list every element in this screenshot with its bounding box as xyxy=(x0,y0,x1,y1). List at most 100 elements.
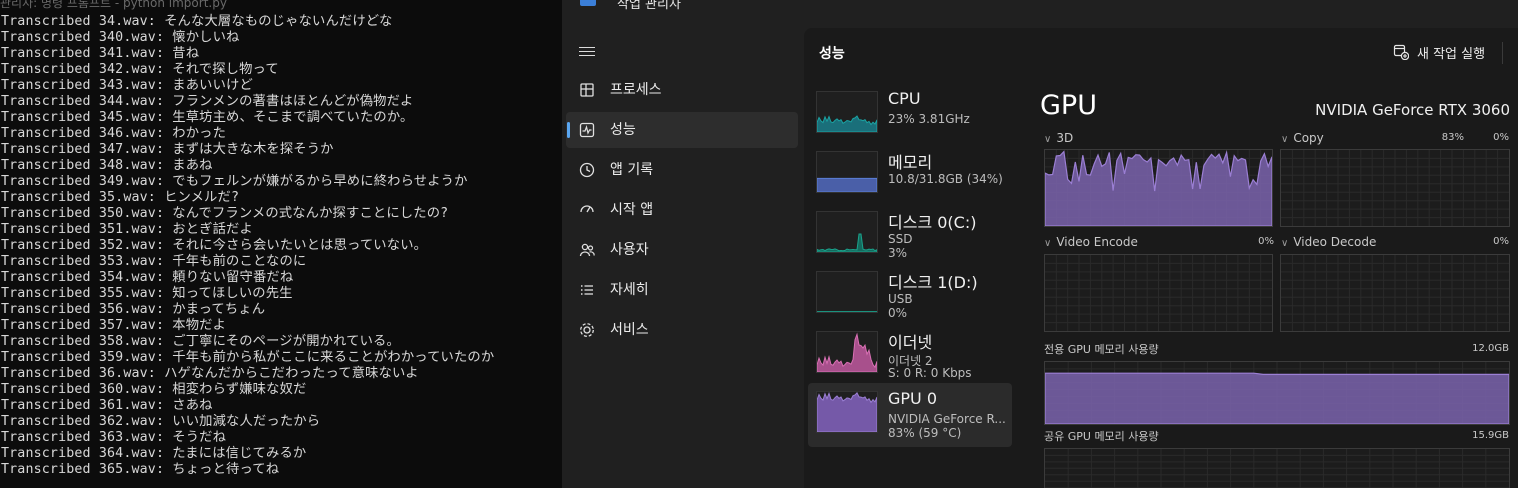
startup-apps-icon xyxy=(580,205,594,213)
engine-max-video-encode: 0% xyxy=(1258,236,1274,247)
shared-memory-label: 공유 GPU 메모리 사용량 xyxy=(1044,430,1159,443)
usage-area-dedicated-memory xyxy=(1045,372,1509,424)
terminal-line: Transcribed 343.wav: まあいいけど xyxy=(1,78,253,93)
engine-label-3d[interactable]: ∨ 3D xyxy=(1044,131,1073,145)
performance-pane: 성능 새 작업 실행 CPU 23% 3.81GHz 메모리 10.8/31.8GB … xyxy=(804,28,1518,488)
device-thumbnail xyxy=(816,391,878,433)
terminal-line: Transcribed 347.wav: まずは大きな木を探そうか xyxy=(1,142,334,157)
terminal-line: Transcribed 340.wav: 懐かしいね xyxy=(1,30,240,45)
device-item[interactable]: GPU 0 NVIDIA GeForce R... 83% (59 °C) xyxy=(808,383,1012,447)
engine-max-video-decode: 0% xyxy=(1493,236,1509,247)
device-detail: S: 0 R: 0 Kbps xyxy=(888,366,972,380)
device-item[interactable]: 디스크 0(C:) SSD 3% xyxy=(808,203,1012,267)
services-icon xyxy=(580,323,594,337)
terminal-line: Transcribed 346.wav: わかった xyxy=(1,126,227,141)
hamburger-menu-icon[interactable] xyxy=(579,44,595,58)
terminal-line: Transcribed 361.wav: さあね xyxy=(1,398,213,413)
graph-3d xyxy=(1044,149,1273,227)
gcopy-svg xyxy=(1281,150,1509,226)
chevron-down-icon: ∨ xyxy=(1281,134,1289,145)
device-name: 메모리 xyxy=(888,153,933,172)
terminal-line: Transcribed 35.wav: ヒンメルだ? xyxy=(1,190,240,205)
device-thumbnail xyxy=(816,331,878,373)
device-detail: 3% xyxy=(888,246,908,260)
processes-icon xyxy=(580,83,594,97)
device-thumbnail-graph xyxy=(817,311,877,312)
gpu-model-name: NVIDIA GeForce RTX 3060 xyxy=(1315,101,1510,119)
page-title: 성능 xyxy=(819,46,845,62)
gded-svg xyxy=(1045,362,1509,424)
device-subtitle: 10.8/31.8GB (34%) xyxy=(888,172,1003,186)
graph-dedicated-memory xyxy=(1044,361,1510,425)
nav-label: 앱 기록 xyxy=(610,162,654,178)
device-subtitle: 23% 3.81GHz xyxy=(888,112,970,126)
terminal-line: Transcribed 354.wav: 頼りない留守番だね xyxy=(1,270,294,285)
terminal-line: Transcribed 352.wav: それに今さら会いたいとは思っていない。 xyxy=(1,238,428,253)
nav-item-details[interactable]: 자세히 xyxy=(566,272,798,308)
terminal-line: Transcribed 344.wav: フランメンの著書はほとんどが偽物だよ xyxy=(1,94,414,109)
terminal-line: Transcribed 34.wav: そんな大層なものじゃないんだけどな xyxy=(1,14,393,29)
terminal-window[interactable]: 관리자: 명령 프롬프트 - python import.py Transcri… xyxy=(0,0,562,488)
details-icon xyxy=(581,285,593,295)
terminal-line: Transcribed 362.wav: いい加減な人だったから xyxy=(1,414,321,429)
terminal-line: Transcribed 351.wav: おとぎ話だよ xyxy=(1,222,253,237)
device-item[interactable]: 이더넷 이더넷 2 S: 0 R: 0 Kbps xyxy=(808,323,1012,387)
dedicated-memory-label: 전용 GPU 메모리 사용량 xyxy=(1044,343,1159,356)
nav-label: 성능 xyxy=(610,122,636,138)
device-thumbnail xyxy=(816,151,878,193)
terminal-line: Transcribed 355.wav: 知ってほしいの先生 xyxy=(1,286,293,301)
device-thumbnail-graph xyxy=(817,233,877,252)
task-manager-logo-icon xyxy=(580,0,596,6)
device-thumbnail xyxy=(816,211,878,253)
terminal-line: Transcribed 363.wav: そうだね xyxy=(1,430,227,445)
gdec-svg xyxy=(1281,255,1509,331)
engine-label-video-encode[interactable]: ∨ Video Encode xyxy=(1044,235,1138,249)
device-item[interactable]: 디스크 1(D:) USB 0% xyxy=(808,263,1012,327)
nav-label: 시작 앱 xyxy=(610,202,654,218)
nav-item-users[interactable]: 사용자 xyxy=(566,232,798,268)
terminal-line: Transcribed 364.wav: たまには信じてみるか xyxy=(1,446,307,461)
device-item[interactable]: CPU 23% 3.81GHz xyxy=(808,83,1012,147)
run-new-task-label: 새 작업 실행 xyxy=(1417,47,1486,62)
terminal-line: Transcribed 36.wav: ハゲなんだからこだわったって意味ないよ xyxy=(1,366,419,381)
terminal-line: Transcribed 353.wav: 千年も前のことなのに xyxy=(1,254,307,269)
dedicated-memory-max: 12.0GB xyxy=(1472,343,1509,354)
device-detail: 83% (59 °C) xyxy=(888,426,962,440)
engine-max-copy: 0% xyxy=(1493,132,1509,143)
nav-item-app-history[interactable]: 앱 기록 xyxy=(566,152,798,188)
gpu-title: GPU xyxy=(1040,90,1097,121)
title-bar: 작업 관리자 xyxy=(562,0,1518,28)
genc-svg xyxy=(1045,255,1272,331)
terminal-output: Transcribed 34.wav: そんな大層なものじゃないんだけどな Tra… xyxy=(1,14,494,478)
device-thumbnail-graph xyxy=(817,332,877,372)
nav-item-performance[interactable]: 성능 xyxy=(566,112,798,148)
terminal-line: Transcribed 349.wav: でもフェルンが嫌がるから早めに終わらせ… xyxy=(1,174,468,189)
nav-item-services[interactable]: 서비스 xyxy=(566,312,798,348)
device-name: GPU 0 xyxy=(888,389,938,408)
terminal-line: Transcribed 342.wav: それで探し物って xyxy=(1,62,279,77)
graph-copy xyxy=(1280,149,1510,227)
device-thumbnail-graph xyxy=(817,115,877,132)
device-item[interactable]: 메모리 10.8/31.8GB (34%) xyxy=(808,143,1012,207)
device-thumbnail-graph xyxy=(817,177,877,192)
device-name: 디스크 0(C:) xyxy=(888,213,977,232)
chevron-down-icon: ∨ xyxy=(1044,238,1052,249)
device-name: 디스크 1(D:) xyxy=(888,273,978,292)
nav-item-processes[interactable]: 프로세스 xyxy=(566,72,798,108)
nav-item-startup-apps[interactable]: 시작 앱 xyxy=(566,192,798,228)
engine-label-video-decode[interactable]: ∨ Video Decode xyxy=(1281,235,1376,249)
device-thumbnail-graph xyxy=(817,392,877,432)
shared-memory-max: 15.9GB xyxy=(1472,430,1509,441)
users-icon xyxy=(579,243,595,257)
device-name: CPU xyxy=(888,89,921,108)
engine-label-copy[interactable]: ∨ Copy xyxy=(1281,131,1324,145)
terminal-title: 관리자: 명령 프롬프트 - python import.py xyxy=(0,0,227,10)
nav-label: 자세히 xyxy=(610,282,649,298)
terminal-line: Transcribed 359.wav: 千年も前から私がここに来ることがわかっ… xyxy=(1,350,495,365)
nav-label: 프로세스 xyxy=(610,82,662,98)
chevron-down-icon: ∨ xyxy=(1281,238,1289,249)
device-subtitle: NVIDIA GeForce R... xyxy=(888,412,1006,426)
gshared-svg xyxy=(1045,449,1509,488)
terminal-line: Transcribed 365.wav: ちょっと待ってね xyxy=(1,462,280,477)
terminal-line: Transcribed 341.wav: 昔ね xyxy=(1,46,200,61)
